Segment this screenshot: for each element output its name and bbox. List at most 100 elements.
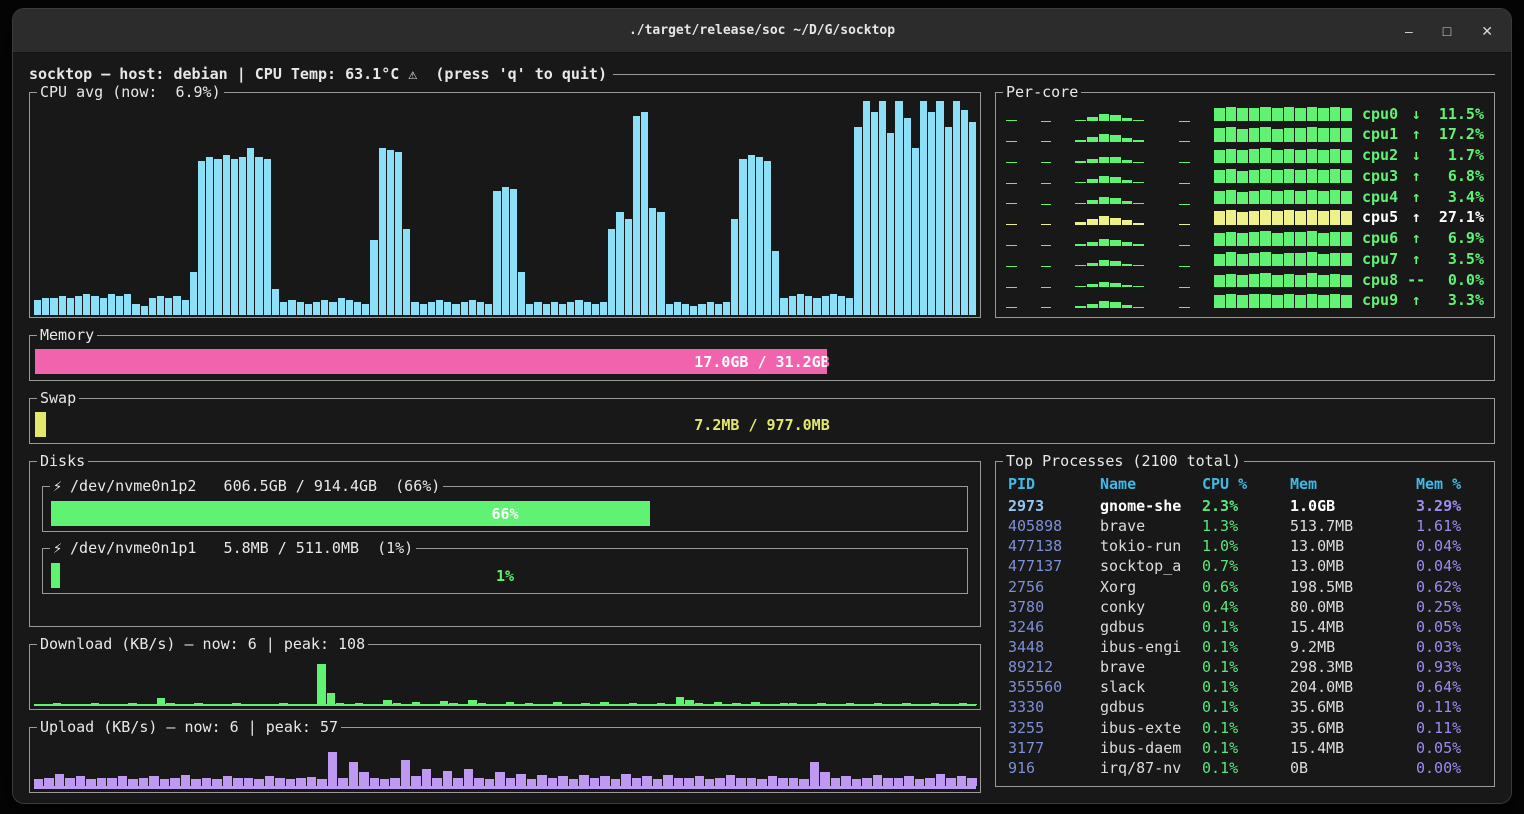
chart-bar	[362, 304, 369, 315]
chart-bar	[1087, 179, 1098, 183]
chart-bar	[1110, 198, 1121, 204]
process-row[interactable]: 3448ibus-engi0.1%9.2MB0.03%	[1008, 637, 1486, 657]
minimize-icon[interactable]: –	[1405, 9, 1413, 53]
chart-bar	[559, 304, 566, 315]
chart-bar	[1122, 201, 1133, 204]
chart-bar	[1237, 212, 1248, 225]
titlebar[interactable]: ./target/release/soc ~/D/G/socktop – □ ✕	[13, 9, 1511, 53]
chart-bar	[411, 776, 420, 786]
chart-bar	[1260, 210, 1271, 225]
process-row[interactable]: 3330gdbus0.1%35.6MB0.11%	[1008, 697, 1486, 717]
bottom-row: Disks ⚡ /dev/nvme0n1p2 606.5GB / 914.4GB…	[29, 461, 1495, 793]
chart-bar	[173, 296, 180, 315]
chart-bar	[1237, 171, 1248, 184]
chart-bar	[789, 778, 798, 786]
chart-bar	[1122, 160, 1133, 163]
chart-bar	[739, 159, 746, 315]
chart-bar	[1272, 254, 1283, 267]
core-sparkline	[1006, 148, 1352, 163]
chart-bar	[822, 296, 829, 315]
process-row[interactable]: 355560slack0.1%204.0MB0.64%	[1008, 677, 1486, 697]
chart-bar	[1133, 265, 1144, 266]
chart-bar	[1226, 190, 1237, 204]
chart-bar	[42, 298, 49, 315]
chart-bar	[516, 774, 525, 786]
chart-bar	[214, 159, 221, 315]
chart-bar	[854, 127, 861, 315]
chart-bar	[920, 101, 927, 315]
chart-bar	[1284, 107, 1295, 121]
chart-bar	[464, 769, 473, 786]
trend-arrow-icon: ↑	[1407, 188, 1425, 206]
chart-bar	[873, 775, 882, 786]
chart-bar	[1226, 127, 1237, 141]
chart-bar	[411, 302, 418, 315]
chart-bar	[313, 302, 320, 315]
process-table-header: PID Name CPU % Mem Mem %	[1008, 474, 1486, 494]
chart-bar	[862, 778, 871, 786]
chart-bar	[1122, 264, 1133, 267]
chart-bar	[83, 294, 90, 315]
chart-bar	[657, 703, 665, 704]
chart-bar	[198, 161, 205, 315]
chart-bar	[715, 778, 724, 786]
chart-bar	[1099, 301, 1110, 308]
app-header-text: socktop — host: debian | CPU Temp: 63.1°…	[29, 65, 607, 83]
process-row[interactable]: 405898brave1.3%513.7MB1.61%	[1008, 516, 1486, 536]
memory-usage-fill: 17.0GB / 31.2GB	[35, 349, 827, 374]
chart-bar	[432, 778, 441, 786]
chart-bar	[1330, 294, 1341, 308]
process-row[interactable]: 2756Xorg0.6%198.5MB0.62%	[1008, 577, 1486, 597]
download-chart	[34, 664, 976, 706]
chart-bar	[1330, 274, 1341, 287]
chart-bar	[65, 778, 74, 786]
process-row[interactable]: 477137socktop_a0.7%13.0MB0.04%	[1008, 556, 1486, 576]
chart-bar	[1006, 203, 1017, 204]
core-label: cpu6↑6.9%	[1362, 229, 1484, 247]
chart-bar	[961, 110, 968, 315]
chart-bar	[1341, 150, 1352, 163]
chart-bar	[1237, 295, 1248, 308]
chart-bar	[723, 302, 730, 315]
disk-icon: ⚡	[53, 539, 62, 557]
close-icon[interactable]: ✕	[1481, 9, 1493, 53]
chart-bar	[1075, 306, 1086, 308]
process-row[interactable]: 3177ibus-daem0.1%15.4MB0.05%	[1008, 738, 1486, 758]
chart-bar	[359, 772, 368, 786]
chart-bar	[600, 302, 607, 315]
chart-bar	[690, 306, 697, 315]
chart-bar	[239, 157, 246, 315]
header-rule	[613, 74, 1495, 75]
cpu-avg-panel: CPU avg (now: 6.9%)	[29, 92, 981, 318]
process-row[interactable]: 916irq/87-nv0.1%0B0.00%	[1008, 758, 1486, 778]
chart-bar	[1260, 127, 1271, 142]
chart-bar	[1295, 253, 1306, 266]
chart-bar	[297, 302, 304, 315]
chart-bar	[485, 304, 492, 315]
chart-bar	[1237, 108, 1248, 121]
chart-bar	[34, 300, 41, 315]
chart-bar	[305, 304, 312, 315]
chart-bar	[936, 101, 943, 315]
chart-bar	[247, 148, 254, 315]
chart-bar	[254, 779, 263, 786]
chart-bar	[912, 148, 919, 315]
chart-bar	[831, 778, 840, 786]
chart-bar	[1226, 149, 1237, 163]
chart-bar	[592, 304, 599, 315]
chart-bar	[1087, 159, 1098, 162]
chart-bar	[1284, 128, 1295, 142]
process-row[interactable]: 477138tokio-run1.0%13.0MB0.04%	[1008, 536, 1486, 556]
process-row[interactable]: 89212brave0.1%298.3MB0.93%	[1008, 657, 1486, 677]
chart-bar	[232, 703, 240, 704]
process-row[interactable]: 3246gdbus0.1%15.4MB0.05%	[1008, 617, 1486, 637]
process-row[interactable]: 3255ibus-exte0.1%35.6MB0.11%	[1008, 718, 1486, 738]
chart-bar	[97, 778, 106, 786]
process-row[interactable]: 2973gnome-she2.3%1.0GB3.29%	[1008, 496, 1486, 516]
maximize-icon[interactable]: □	[1443, 9, 1451, 53]
core-row-cpu8: cpu8--0.0%	[1006, 271, 1484, 288]
process-row[interactable]: 3780conky0.4%80.0MB0.25%	[1008, 597, 1486, 617]
chart-bar	[1249, 232, 1260, 246]
chart-bar	[1307, 190, 1318, 204]
chart-bar	[895, 101, 902, 315]
